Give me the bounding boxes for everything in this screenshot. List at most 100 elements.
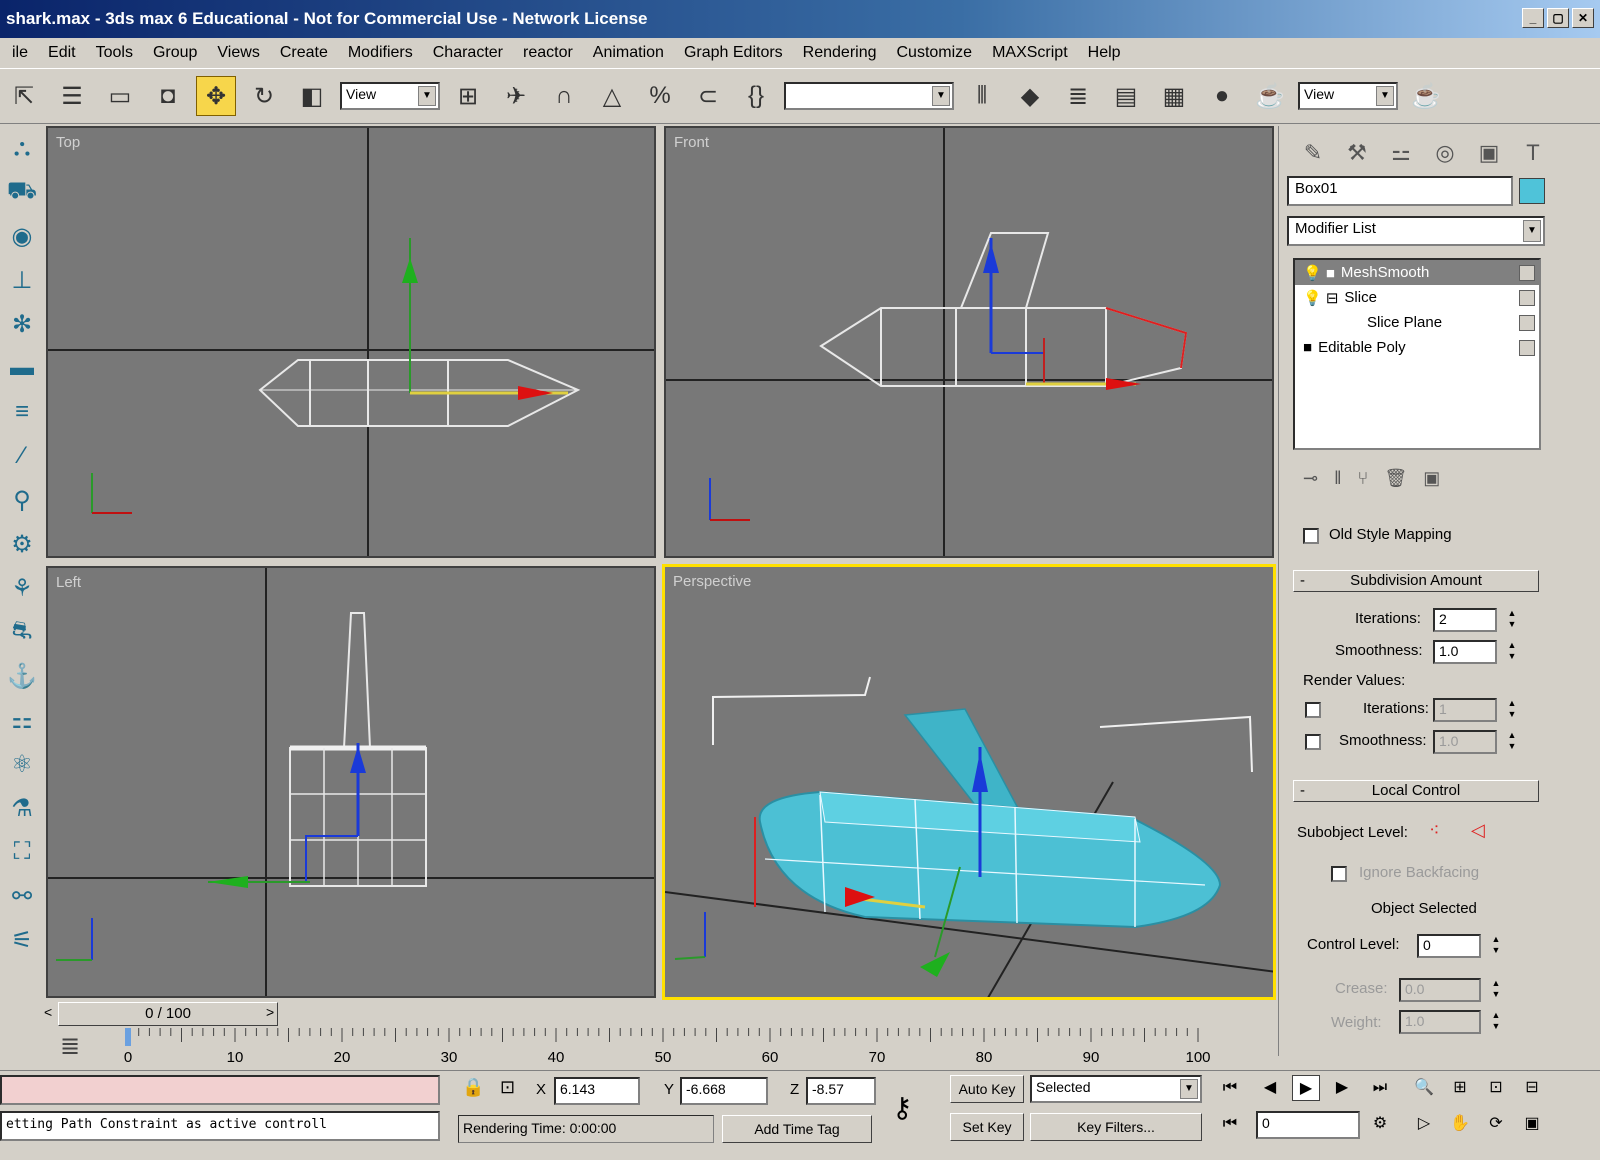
menu-customize[interactable]: Customize xyxy=(887,44,983,62)
go-to-start-icon[interactable]: ⏮ xyxy=(1216,1075,1244,1101)
menu-maxscript[interactable]: MAXScript xyxy=(982,44,1078,62)
menu-group[interactable]: Group xyxy=(143,44,207,62)
move-icon[interactable]: ✥ xyxy=(196,76,236,116)
wind-icon[interactable]: ⚘ xyxy=(0,566,44,610)
maxscript-listener-mini[interactable] xyxy=(0,1075,440,1105)
material-editor-icon[interactable]: ● xyxy=(1202,76,1242,116)
play-icon[interactable]: ▶ xyxy=(1292,1075,1320,1101)
viewport-top[interactable]: Top xyxy=(46,126,656,558)
hierarchy-tab-icon[interactable]: ⚍ xyxy=(1381,134,1421,172)
key-icon[interactable]: ⚷ xyxy=(892,1091,913,1124)
spring-icon[interactable]: ✻ xyxy=(0,302,44,346)
stack-item-slice-plane[interactable]: Slice Plane xyxy=(1295,310,1539,335)
zoom-icon[interactable]: 🔍 xyxy=(1410,1075,1438,1101)
go-to-end-icon[interactable]: ⏭ xyxy=(1366,1075,1394,1101)
menu-views[interactable]: Views xyxy=(207,44,269,62)
control-level-spinner-arrows[interactable]: ▲ ▼ xyxy=(1489,934,1503,958)
current-frame-field[interactable]: 0 xyxy=(1256,1111,1360,1139)
plane-icon[interactable]: ⊥ xyxy=(0,258,44,302)
smoothness-spinner[interactable]: 1.0 xyxy=(1433,640,1497,664)
timeline-prev-icon[interactable]: < xyxy=(44,1004,52,1020)
pin-stack-icon[interactable]: ⊸ xyxy=(1303,468,1318,489)
rectangle-region-icon[interactable]: ▭ xyxy=(100,76,140,116)
add-time-tag-button[interactable]: Add Time Tag xyxy=(722,1115,872,1143)
key-mode-select[interactable]: Selected ▼ xyxy=(1030,1075,1202,1103)
reset-icon[interactable]: ⚟ xyxy=(0,918,44,962)
zoom-extents-icon[interactable]: ⊡ xyxy=(1482,1075,1510,1101)
local-control-rollout[interactable]: - Local Control xyxy=(1293,780,1539,802)
minimize-button[interactable]: _ xyxy=(1522,8,1544,28)
render-iterations-spinner-arrows[interactable]: ▲ ▼ xyxy=(1505,698,1519,722)
select-by-name-icon[interactable]: ☰ xyxy=(52,76,92,116)
weight-spinner[interactable]: 1.0 xyxy=(1399,1010,1481,1034)
object-color-swatch[interactable] xyxy=(1519,178,1545,204)
hinge-icon[interactable]: ⚲ xyxy=(0,478,44,522)
iterations-spinner[interactable]: 2 xyxy=(1433,608,1497,632)
iterations-spinner-arrows[interactable]: ▲ ▼ xyxy=(1505,608,1519,632)
object-name-field[interactable]: Box01 xyxy=(1287,176,1513,206)
mini-curve-editor-icon[interactable]: ≣ xyxy=(60,1032,80,1061)
render-scene-icon[interactable]: ☕ xyxy=(1250,76,1290,116)
convex-test-icon[interactable]: ⚯ xyxy=(0,874,44,918)
auto-key-button[interactable]: Auto Key xyxy=(950,1075,1024,1103)
water-icon[interactable]: ⚓ xyxy=(0,654,44,698)
render-iterations-checkbox[interactable] xyxy=(1305,702,1321,718)
set-key-button[interactable]: Set Key xyxy=(950,1113,1024,1141)
edge-level-icon[interactable]: ◁ xyxy=(1471,820,1485,841)
angle-snap-icon[interactable]: △ xyxy=(592,76,632,116)
align-icon[interactable]: ◆ xyxy=(1010,76,1050,116)
quick-render-icon[interactable]: ☕ xyxy=(1406,76,1446,116)
timeline-next-icon[interactable]: > xyxy=(266,1004,274,1020)
layer-manager-icon[interactable]: ≣ xyxy=(1058,76,1098,116)
smoothness-spinner-arrows[interactable]: ▲ ▼ xyxy=(1505,640,1519,664)
menu-modifiers[interactable]: Modifiers xyxy=(338,44,423,62)
menu-edit[interactable]: Edit xyxy=(38,44,86,62)
scale-icon[interactable]: ◧ xyxy=(292,76,332,116)
stack-item-editable-poly[interactable]: ■ Editable Poly xyxy=(1295,335,1539,360)
preview-icon[interactable]: ⚏ xyxy=(0,698,44,742)
viewport-left[interactable]: Left xyxy=(46,566,656,998)
timeline-ruler[interactable]: 0 10 20 30 40 50 60 70 80 90 100 xyxy=(124,1028,1234,1068)
current-time-marker[interactable] xyxy=(125,1028,131,1046)
modifier-list-dropdown[interactable]: Modifier List ▼ xyxy=(1287,216,1545,246)
zoom-extents-all-icon[interactable]: ⊟ xyxy=(1518,1075,1546,1101)
create-animation-icon[interactable]: ⚗ xyxy=(0,786,44,830)
schematic-view-icon[interactable]: ▦ xyxy=(1154,76,1194,116)
utilities-tab-icon[interactable]: T xyxy=(1513,134,1553,172)
arc-rotate-icon[interactable]: ⟳ xyxy=(1482,1111,1510,1137)
previous-frame-icon[interactable]: ◀ xyxy=(1256,1075,1284,1101)
menu-tools[interactable]: Tools xyxy=(86,44,143,62)
create-tab-icon[interactable]: ✎ xyxy=(1293,134,1333,172)
window-crossing-icon[interactable]: ◘ xyxy=(148,76,188,116)
analyze-icon[interactable]: ⚛ xyxy=(0,742,44,786)
x-coord-field[interactable]: 6.143 xyxy=(554,1077,640,1105)
stack-item-meshsmooth[interactable]: 💡 ■ MeshSmooth xyxy=(1295,260,1539,285)
reference-coordinate-select[interactable]: View ▼ xyxy=(340,82,440,110)
ignore-backfacing-checkbox[interactable] xyxy=(1331,866,1347,882)
named-selection-select[interactable]: ▼ xyxy=(784,82,954,110)
modify-tab-icon[interactable]: ⚒ xyxy=(1337,134,1377,172)
mirror-icon[interactable]: ⫴ xyxy=(962,76,1002,116)
open-property-editor-icon[interactable]: ⛶ xyxy=(0,830,44,874)
display-tab-icon[interactable]: ▣ xyxy=(1469,134,1509,172)
dashpot-icon[interactable]: ▬ xyxy=(0,346,44,390)
lock-selection-icon[interactable]: 🔒 xyxy=(462,1077,484,1098)
menu-animation[interactable]: Animation xyxy=(583,44,674,62)
viewport-front[interactable]: Front xyxy=(664,126,1274,558)
configure-modifier-sets-icon[interactable]: ▣ xyxy=(1423,468,1440,489)
fracture-icon[interactable]: ≡ xyxy=(0,390,44,434)
next-frame-icon[interactable]: ▶ xyxy=(1328,1075,1356,1101)
menu-graph-editors[interactable]: Graph Editors xyxy=(674,44,793,62)
motor-icon[interactable]: ⚙ xyxy=(0,522,44,566)
menu-character[interactable]: Character xyxy=(423,44,513,62)
vertex-level-icon[interactable]: ⁖ xyxy=(1429,820,1440,841)
viewport-perspective[interactable]: Perspective xyxy=(662,564,1276,1000)
control-level-spinner[interactable]: 0 xyxy=(1417,934,1481,958)
maximize-viewport-icon[interactable]: ▣ xyxy=(1518,1111,1546,1137)
close-button[interactable]: ✕ xyxy=(1572,8,1594,28)
pan-icon[interactable]: ✋ xyxy=(1446,1111,1474,1137)
subdivision-amount-rollout[interactable]: - Subdivision Amount xyxy=(1293,570,1539,592)
field-of-view-icon[interactable]: ▷ xyxy=(1410,1111,1438,1137)
soft-body-icon[interactable]: ◉ xyxy=(0,214,44,258)
y-coord-field[interactable]: -6.668 xyxy=(680,1077,768,1105)
